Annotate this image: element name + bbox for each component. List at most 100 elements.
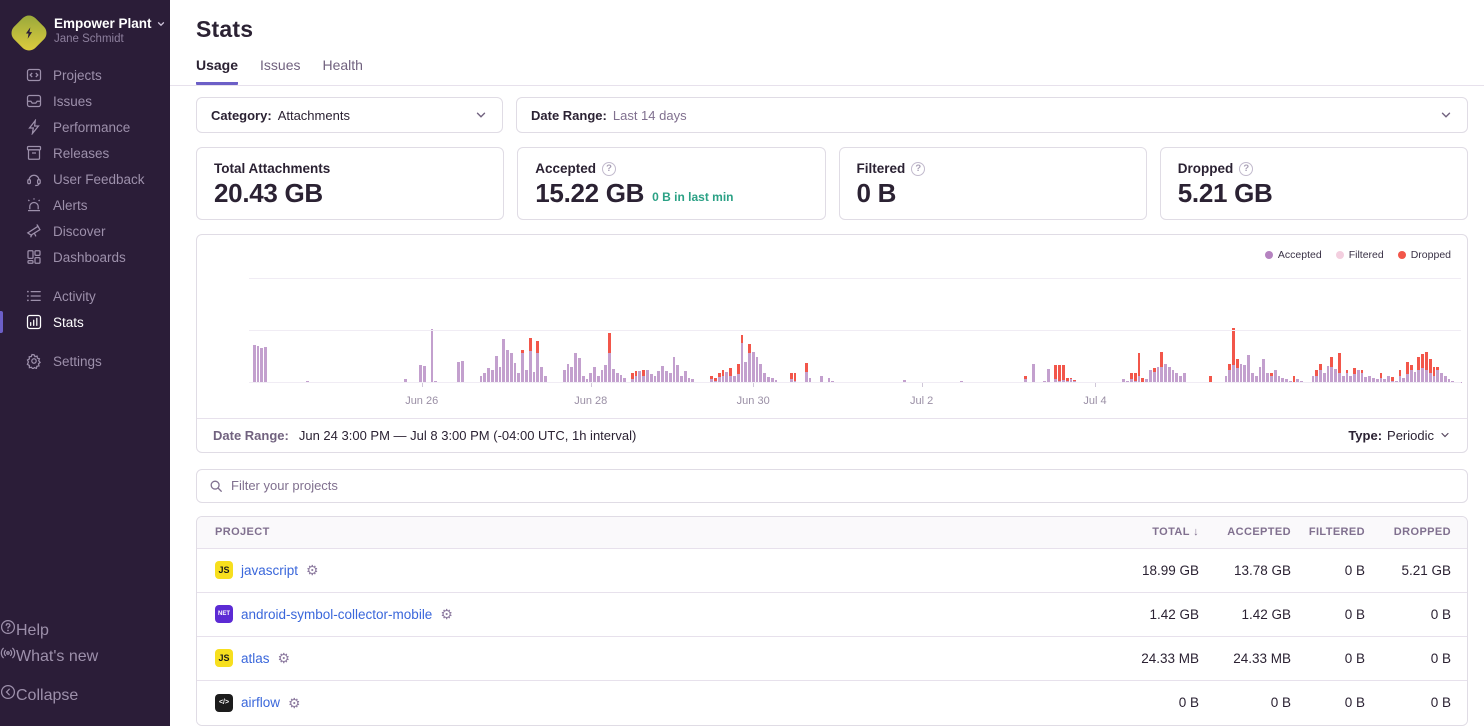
sidebar-item-settings[interactable]: Settings <box>0 348 170 374</box>
category-dropdown[interactable]: Category: Attachments <box>196 97 503 133</box>
chart-bar <box>676 365 679 383</box>
code-icon: </> <box>215 694 233 712</box>
project-link[interactable]: javascript <box>241 563 298 578</box>
project-filter-input[interactable] <box>231 478 1455 493</box>
chart-bar <box>1062 365 1065 382</box>
cell-total: 1.42 GB <box>1089 607 1199 622</box>
tab-health[interactable]: Health <box>323 57 363 85</box>
cell-accepted: 0 B <box>1199 695 1291 710</box>
chart-x-axis: Jun 26Jun 28Jun 30Jul 2Jul 4 <box>249 395 1461 409</box>
date-range-dropdown[interactable]: Date Range: Last 14 days <box>516 97 1468 133</box>
sidebar-item-stats[interactable]: Stats <box>0 309 170 335</box>
chart-bar <box>1236 359 1239 383</box>
chart-bar <box>1433 367 1436 383</box>
chart-bar <box>1262 359 1265 383</box>
org-switcher[interactable]: Empower Plant Jane Schmidt <box>0 14 170 62</box>
help-circle-icon[interactable]: ? <box>602 162 616 176</box>
sidebar-item-activity[interactable]: Activity <box>0 283 170 309</box>
chart-bar <box>805 363 808 383</box>
javascript-icon: JS <box>215 561 233 579</box>
x-axis-label: Jun 28 <box>574 395 607 407</box>
app-root: Empower Plant Jane Schmidt Projects Issue… <box>0 0 1484 726</box>
x-axis-label: Jul 4 <box>1083 395 1106 407</box>
table-header-row: PROJECTTOTAL ↓ACCEPTEDFILTEREDDROPPED <box>197 517 1467 549</box>
sidebar-item-label: Projects <box>53 68 102 83</box>
chart-bar <box>1243 365 1246 383</box>
table-row-android-symbol-collector-mobile: NETandroid-symbol-collector-mobile⚙1.42 … <box>197 593 1467 637</box>
project-cell: </> airflow ⚙ <box>215 694 1089 712</box>
chart-bar <box>260 348 263 382</box>
sidebar-item-label: User Feedback <box>53 172 145 187</box>
tab-issues[interactable]: Issues <box>260 57 300 85</box>
sidebar-item-issues[interactable]: Issues <box>0 88 170 114</box>
type-dropdown[interactable]: Type: Periodic <box>1348 428 1451 443</box>
user-name: Jane Schmidt <box>54 33 166 45</box>
help-circle-icon[interactable]: ? <box>1239 162 1253 176</box>
chart-bar <box>1425 352 1428 382</box>
chart-bars <box>249 235 1461 383</box>
projects-icon <box>26 67 42 83</box>
project-link[interactable]: android-symbol-collector-mobile <box>241 607 432 622</box>
content: Category: Attachments Date Range: Last 1… <box>170 86 1484 726</box>
project-link[interactable]: airflow <box>241 695 280 710</box>
sidebar-item-label: Releases <box>53 146 109 161</box>
column-header-accepted[interactable]: ACCEPTED <box>1199 526 1291 538</box>
sidebar-item-label: Activity <box>53 289 96 304</box>
column-header-project: PROJECT <box>215 526 1089 538</box>
sidebar-item-label: Issues <box>53 94 92 109</box>
chart-bar <box>487 368 490 383</box>
chart-bar <box>1406 362 1409 383</box>
stat-card-live-rate: 0 B in last min <box>652 190 733 208</box>
column-header-filtered[interactable]: FILTERED <box>1291 526 1365 538</box>
chart-bar <box>729 368 732 383</box>
project-settings-icon[interactable]: ⚙ <box>306 563 319 577</box>
chart-bar <box>1327 366 1330 383</box>
x-axis-label: Jun 26 <box>405 395 438 407</box>
stat-card-value: 15.22 GB <box>535 179 644 208</box>
chevron-down-icon <box>156 19 166 29</box>
sidebar-item-dashboards[interactable]: Dashboards <box>0 244 170 270</box>
sidebar-item-alerts[interactable]: Alerts <box>0 192 170 218</box>
sidebar-item-projects[interactable]: Projects <box>0 62 170 88</box>
sidebar-item-collapse[interactable]: Collapse <box>0 684 170 710</box>
project-link[interactable]: atlas <box>241 651 270 666</box>
column-header-dropped[interactable]: DROPPED <box>1365 526 1451 538</box>
stats-icon <box>26 314 42 330</box>
cell-accepted: 24.33 MB <box>1199 651 1291 666</box>
sidebar-item-help[interactable]: Help <box>0 619 170 645</box>
x-axis-tick <box>753 383 754 387</box>
cell-accepted: 13.78 GB <box>1199 563 1291 578</box>
sidebar-item-user-feedback[interactable]: User Feedback <box>0 166 170 192</box>
sidebar-item-label: Performance <box>53 120 130 135</box>
column-header-total[interactable]: TOTAL ↓ <box>1089 526 1199 538</box>
sidebar-item-label: Settings <box>53 354 102 369</box>
project-settings-icon[interactable]: ⚙ <box>288 696 301 710</box>
chart-bar <box>1436 367 1439 383</box>
chart-bar <box>752 352 755 382</box>
stat-card-filtered: Filtered?0 B <box>839 147 1147 220</box>
chart-bar <box>1164 364 1167 383</box>
projects-table: PROJECTTOTAL ↓ACCEPTEDFILTEREDDROPPED JS… <box>196 516 1468 726</box>
help-circle-icon[interactable]: ? <box>911 162 925 176</box>
chart-bar <box>1058 365 1061 383</box>
sidebar-item-performance[interactable]: Performance <box>0 114 170 140</box>
chart-bar <box>419 365 422 383</box>
chart-bar <box>461 361 464 383</box>
performance-icon <box>26 119 42 135</box>
sidebar-item-discover[interactable]: Discover <box>0 218 170 244</box>
search-icon <box>209 479 223 493</box>
tab-usage[interactable]: Usage <box>196 57 238 85</box>
sidebar-item-what-s-new[interactable]: What's new <box>0 645 170 671</box>
sidebar-item-releases[interactable]: Releases <box>0 140 170 166</box>
cell-total: 24.33 MB <box>1089 651 1199 666</box>
dashboards-icon <box>26 249 42 265</box>
chart-bar <box>1138 353 1141 382</box>
cell-accepted: 1.42 GB <box>1199 607 1291 622</box>
chart-bar <box>521 350 524 382</box>
project-settings-icon[interactable]: ⚙ <box>440 607 453 621</box>
chart-bar <box>1032 364 1035 383</box>
project-settings-icon[interactable]: ⚙ <box>278 651 291 665</box>
chart-bar <box>529 338 532 383</box>
chart-bar <box>570 367 573 383</box>
chart-bar <box>1240 364 1243 383</box>
